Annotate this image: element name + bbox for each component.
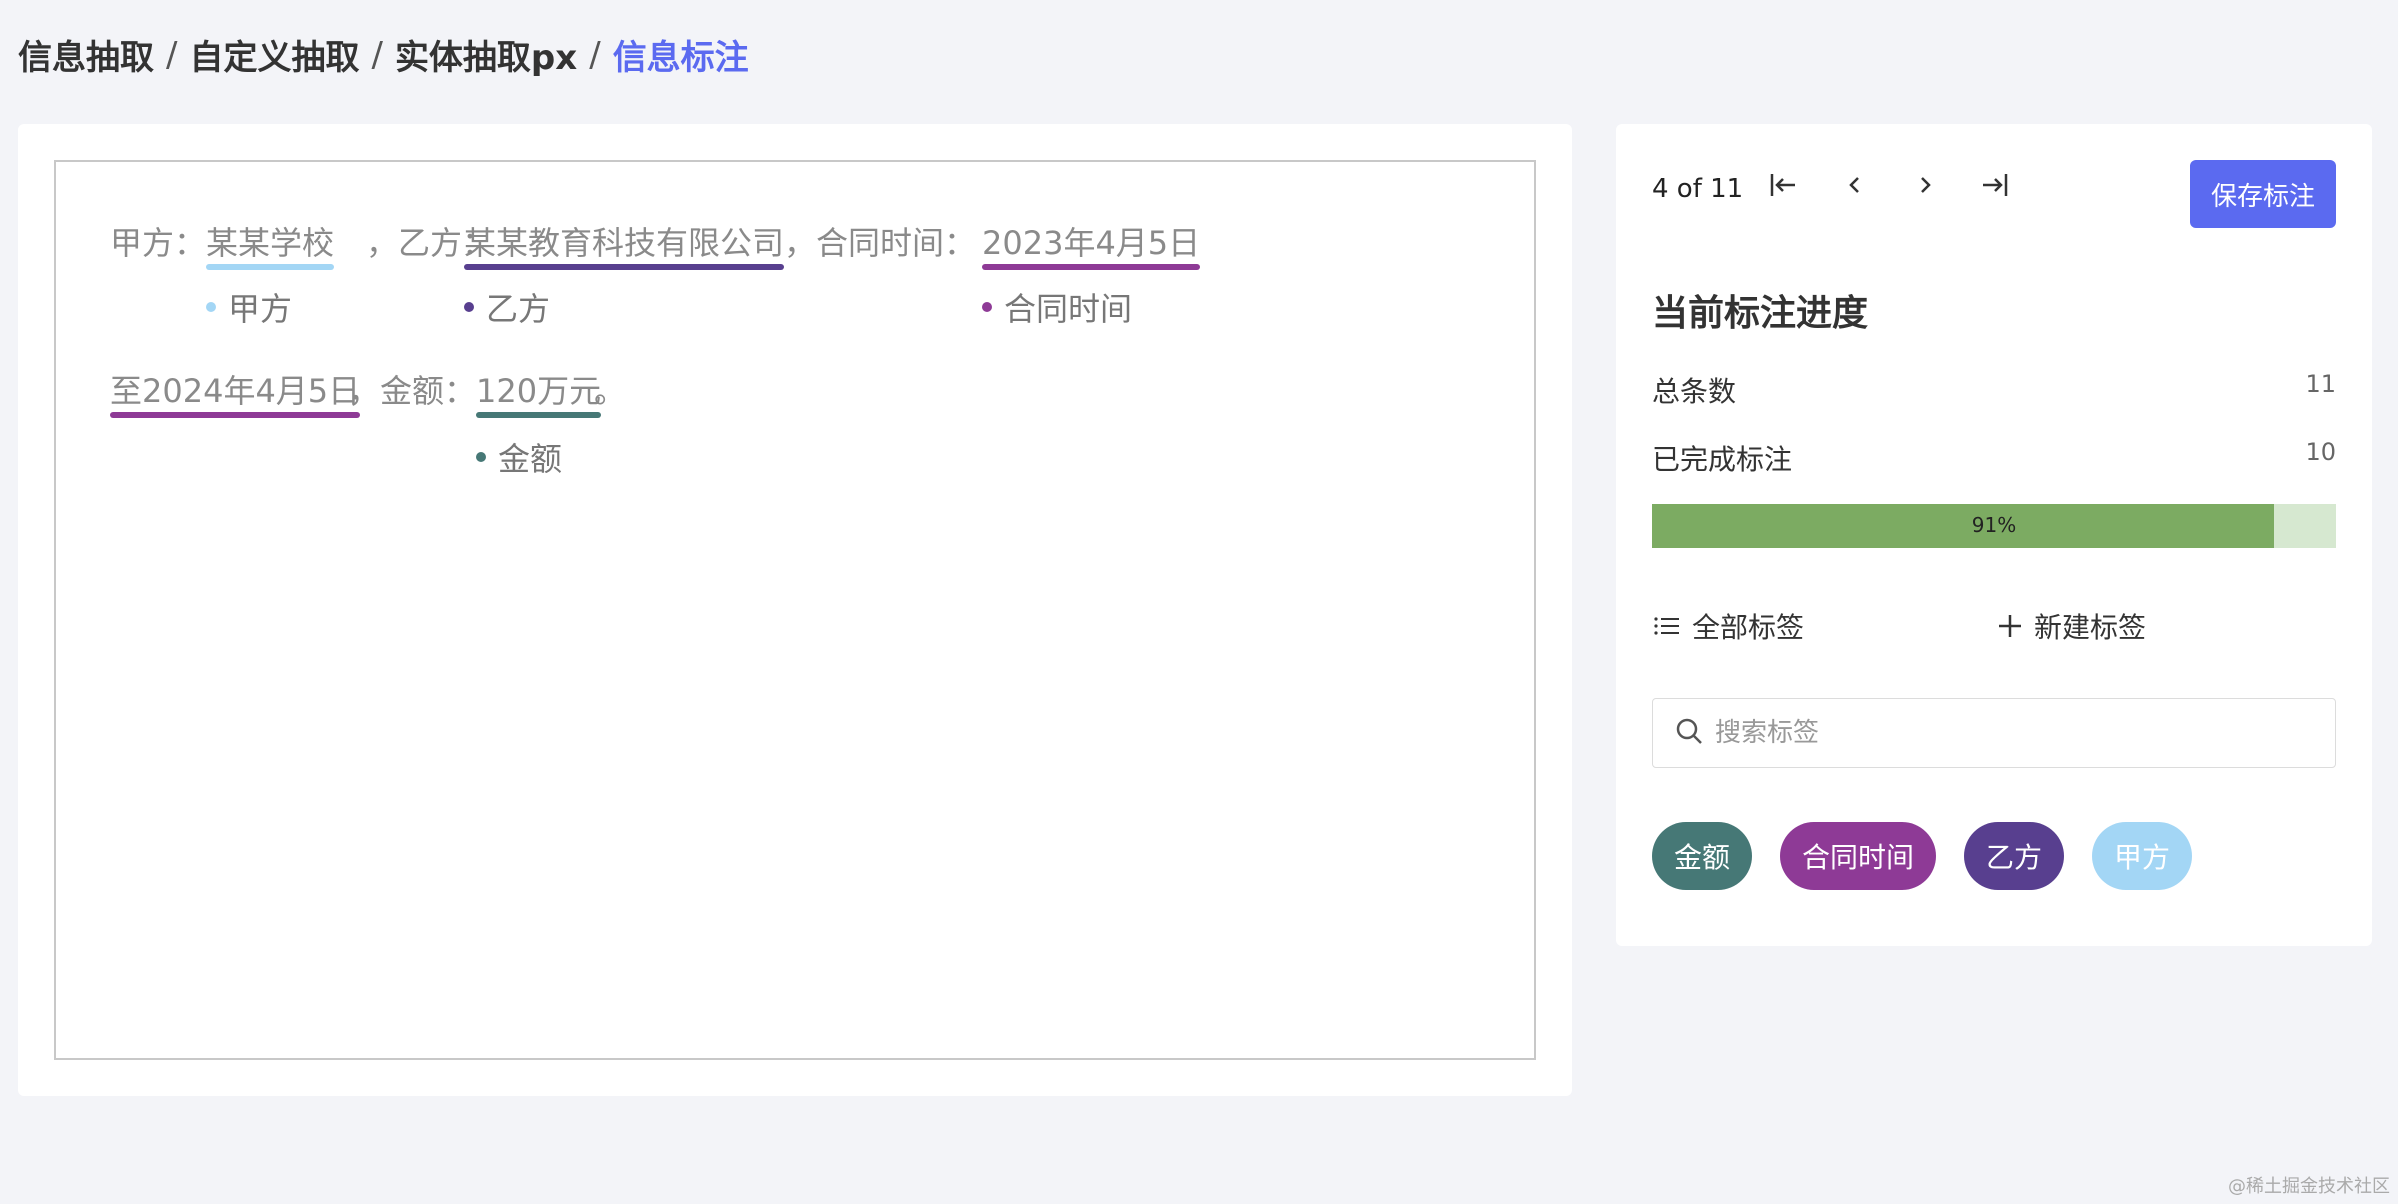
progress-title: 当前标注进度: [1652, 293, 1869, 334]
next-page-icon[interactable]: [1908, 168, 1942, 210]
tag-list: 金额 合同时间 乙方 甲方: [1652, 822, 2220, 890]
progress-panel: 4 of 11 保存标注 当前标注进度 总条数 11 已完成标注 10 91% …: [1616, 124, 2372, 946]
breadcrumb-current: 信息标注: [612, 38, 749, 78]
tag-chip-party-b[interactable]: 乙方: [1964, 822, 2065, 890]
breadcrumb-item-info-extract[interactable]: 信息抽取: [18, 30, 154, 79]
prev-page-icon[interactable]: [1838, 168, 1872, 210]
breadcrumb-item-custom-extract[interactable]: 自定义抽取: [189, 30, 359, 79]
plain-text: 甲方：: [110, 224, 207, 262]
entity-text: 某某学校: [206, 224, 335, 262]
plain-text: ，金额：: [348, 372, 477, 410]
label-text: 乙方: [486, 290, 551, 328]
breadcrumb-item-entity-extract[interactable]: 实体抽取px: [395, 30, 577, 79]
label-dot: [476, 452, 486, 462]
entity-text: 某某教育科技有限公司: [464, 224, 785, 262]
label-text: 金额: [498, 440, 563, 478]
entity-underline: [982, 264, 1201, 270]
done-count-value: 10: [2305, 438, 2336, 466]
entity-text: 至2024年4月5日: [110, 372, 361, 410]
label-text: 合同时间: [1004, 290, 1133, 328]
plain-text: ，合同时间：: [784, 224, 977, 262]
total-count-value: 11: [2305, 370, 2336, 398]
save-annotation-button[interactable]: 保存标注: [2190, 160, 2336, 228]
first-page-icon[interactable]: [1766, 168, 1800, 210]
entity-label: 金额: [476, 434, 562, 480]
entity-label: 合同时间: [982, 284, 1132, 330]
tag-chip-amount[interactable]: 金额: [1652, 822, 1753, 890]
entity-label: 乙方: [464, 284, 550, 330]
entity-text: 2023年4月5日: [982, 224, 1201, 262]
tag-chip-party-a[interactable]: 甲方: [2092, 822, 2193, 890]
entity-underline: [110, 412, 361, 418]
plus-icon: [1996, 612, 2024, 640]
entity-contract-time[interactable]: 2023年4月5日: [982, 218, 1201, 270]
list-icon: [1652, 611, 1682, 641]
last-page-icon[interactable]: [1978, 168, 2012, 210]
breadcrumb-separator: /: [166, 34, 178, 75]
total-count-row: 总条数 11: [1652, 370, 2336, 410]
entity-label: 甲方: [206, 284, 292, 330]
entity-amount[interactable]: 120万元: [476, 366, 602, 418]
breadcrumb: 信息抽取 / 自定义抽取 / 实体抽取px / 信息标注: [18, 30, 749, 79]
pager-text: 4 of 11: [1652, 174, 1744, 204]
all-tags-label: 全部标签: [1692, 611, 1805, 644]
entity-party-b[interactable]: 某某教育科技有限公司: [464, 218, 785, 270]
done-count-label: 已完成标注: [1652, 443, 1793, 476]
entity-party-a[interactable]: 某某学校: [206, 218, 335, 270]
breadcrumb-separator: /: [371, 34, 383, 75]
tag-search-input[interactable]: [1715, 718, 2275, 748]
entity-contract-time[interactable]: 至2024年4月5日: [110, 366, 361, 418]
label-dot: [206, 302, 216, 312]
annotation-editor[interactable]: 甲方： 某某学校 ，乙方： 某某教育科技有限公司 ，合同时间： 2023年4月5…: [54, 160, 1536, 1060]
search-icon: [1675, 717, 1703, 749]
label-dot: [982, 302, 992, 312]
progress-bar: 91%: [1652, 504, 2336, 548]
breadcrumb-separator: /: [589, 34, 601, 75]
tag-search-box[interactable]: [1652, 698, 2336, 768]
entity-underline: [464, 264, 785, 270]
entity-underline: [206, 264, 335, 270]
progress-percent: 91%: [1971, 513, 2017, 537]
all-tags-button[interactable]: 全部标签: [1652, 606, 1804, 646]
entity-text: 120万元: [476, 372, 602, 410]
done-count-row: 已完成标注 10: [1652, 438, 2336, 478]
tag-chip-contract-time[interactable]: 合同时间: [1780, 822, 1937, 890]
watermark: @稀土掘金技术社区: [2228, 1176, 2390, 1197]
annotation-panel: 甲方： 某某学校 ，乙方： 某某教育科技有限公司 ，合同时间： 2023年4月5…: [18, 124, 1572, 1096]
plain-text: 。: [594, 372, 627, 410]
label-text: 甲方: [228, 290, 293, 328]
new-tag-label: 新建标签: [2034, 611, 2147, 644]
entity-underline: [476, 412, 602, 418]
label-dot: [464, 302, 474, 312]
new-tag-button[interactable]: 新建标签: [1996, 606, 2146, 646]
total-count-label: 总条数: [1652, 375, 1737, 408]
